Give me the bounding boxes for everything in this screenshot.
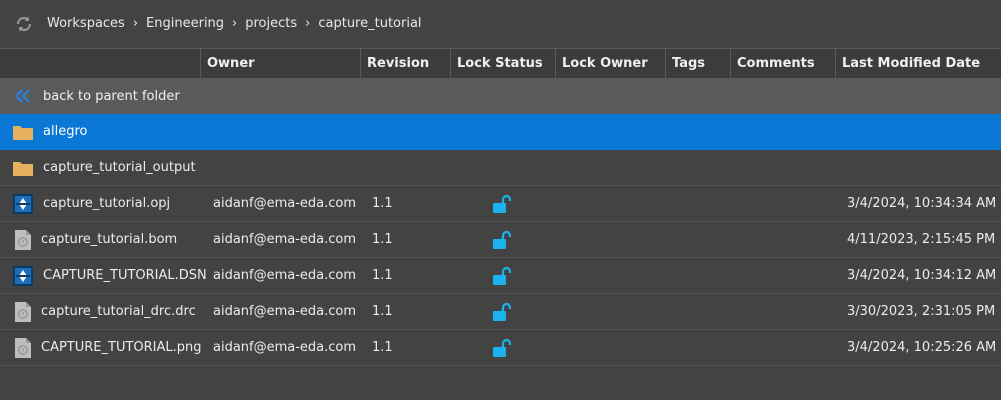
column-header-owner[interactable]: Owner <box>200 49 360 78</box>
svg-text:?: ? <box>21 240 24 247</box>
column-header-row: Owner Revision Lock Status Lock Owner Ta… <box>0 48 1001 79</box>
file-name: capture_tutorial.opj <box>43 196 171 211</box>
file-name: CAPTURE_TUTORIAL.DSN <box>43 268 207 283</box>
column-header-revision[interactable]: Revision <box>360 49 450 78</box>
breadcrumb-item-projects[interactable]: projects <box>245 16 297 31</box>
last-modified: 4/11/2023, 2:15:45 PM <box>847 232 996 247</box>
unlock-icon[interactable] <box>492 230 512 250</box>
revision: 1.1 <box>372 232 393 247</box>
breadcrumb-item-current[interactable]: capture_tutorial <box>318 16 421 31</box>
breadcrumb-separator: › <box>232 16 238 31</box>
table-row[interactable]: ? capture_tutorial_drc.drc aidanf@ema-ed… <box>0 294 1001 330</box>
refresh-icon[interactable] <box>14 14 34 34</box>
unknown-file-icon: ? <box>15 302 31 322</box>
breadcrumb-separator: › <box>132 16 139 31</box>
unknown-file-icon: ? <box>15 230 31 250</box>
column-header-lock-owner[interactable]: Lock Owner <box>555 49 665 78</box>
file-name: capture_tutorial_output <box>43 160 196 175</box>
column-header-name[interactable] <box>0 49 200 78</box>
back-to-parent-row[interactable]: back to parent folder <box>0 79 1001 114</box>
folder-icon <box>13 162 33 176</box>
column-header-last-modified[interactable]: Last Modified Date <box>835 49 1001 78</box>
unknown-file-icon: ? <box>15 338 31 358</box>
table-row[interactable]: capture_tutorial.opj aidanf@ema-eda.com … <box>0 186 1001 222</box>
revision: 1.1 <box>372 304 393 319</box>
revision: 1.1 <box>372 196 393 211</box>
breadcrumb-item-engineering[interactable]: Engineering <box>146 16 224 31</box>
capture-file-icon <box>13 266 33 286</box>
revision: 1.1 <box>372 340 393 355</box>
last-modified: 3/30/2023, 2:31:05 PM <box>847 304 996 319</box>
file-name: capture_tutorial_drc.drc <box>41 304 196 319</box>
back-to-parent-label: back to parent folder <box>43 89 180 104</box>
column-header-lock-status[interactable]: Lock Status <box>450 49 555 78</box>
column-header-comments[interactable]: Comments <box>730 49 835 78</box>
column-header-tags[interactable]: Tags <box>665 49 730 78</box>
list-item[interactable]: capture_tutorial_output <box>0 150 1001 186</box>
table-row[interactable]: CAPTURE_TUTORIAL.DSN aidanf@ema-eda.com … <box>0 258 1001 294</box>
unlock-icon[interactable] <box>492 302 512 322</box>
folder-icon <box>13 126 33 140</box>
svg-text:?: ? <box>21 348 24 355</box>
list-item[interactable]: allegro <box>0 114 1001 150</box>
unlock-icon[interactable] <box>492 338 512 358</box>
double-chevron-left-icon <box>14 89 30 103</box>
owner: aidanf@ema-eda.com <box>213 340 357 355</box>
table-row[interactable]: ? capture_tutorial.bom aidanf@ema-eda.co… <box>0 222 1001 258</box>
breadcrumb-bar: Workspaces › Engineering › projects › ca… <box>0 0 1001 48</box>
breadcrumb-item-workspaces[interactable]: Workspaces <box>47 16 125 31</box>
breadcrumb-separator: › <box>305 16 311 31</box>
capture-file-icon <box>13 194 33 214</box>
revision: 1.1 <box>372 268 393 283</box>
unlock-icon[interactable] <box>492 266 512 286</box>
last-modified: 3/4/2024, 10:34:12 AM <box>847 268 997 283</box>
table-row[interactable]: ? CAPTURE_TUTORIAL.png aidanf@ema-eda.co… <box>0 330 1001 366</box>
breadcrumb: Workspaces › Engineering › projects › ca… <box>47 16 422 31</box>
owner: aidanf@ema-eda.com <box>213 232 357 247</box>
file-name: capture_tutorial.bom <box>41 232 178 247</box>
owner: aidanf@ema-eda.com <box>213 268 357 283</box>
file-name: CAPTURE_TUTORIAL.png <box>41 340 202 355</box>
file-name: allegro <box>43 124 88 139</box>
last-modified: 3/4/2024, 10:34:34 AM <box>847 196 997 211</box>
last-modified: 3/4/2024, 10:25:26 AM <box>847 340 997 355</box>
unlock-icon[interactable] <box>492 194 512 214</box>
owner: aidanf@ema-eda.com <box>213 304 357 319</box>
svg-text:?: ? <box>21 312 24 319</box>
owner: aidanf@ema-eda.com <box>213 196 357 211</box>
